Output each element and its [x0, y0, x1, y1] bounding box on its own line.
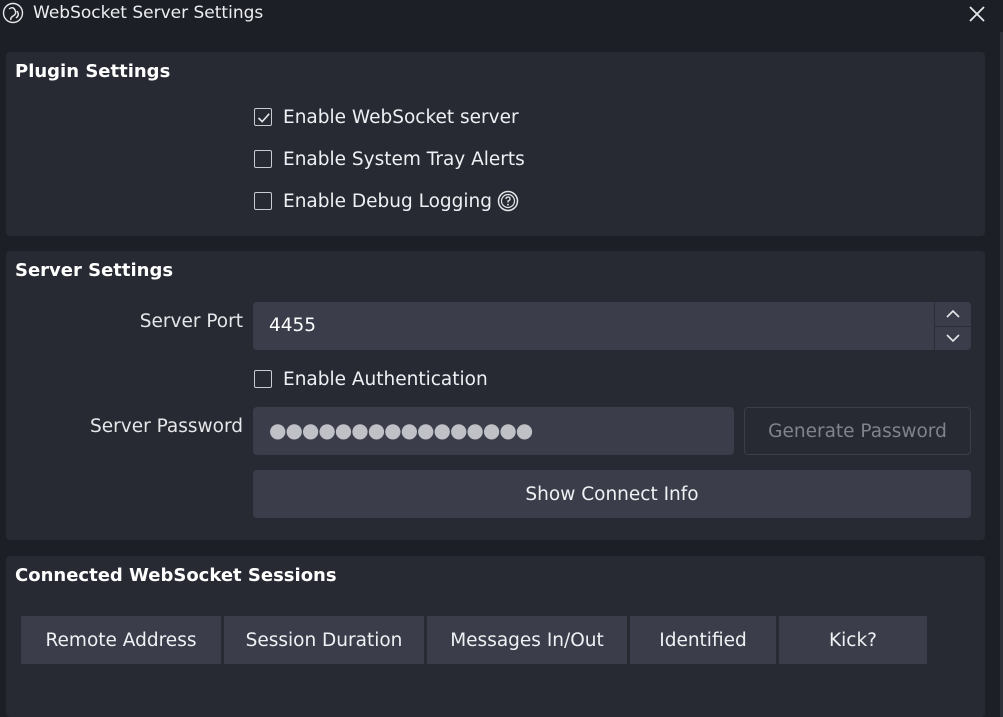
plugin-settings-group: Plugin Settings Enable WebSocket server … [6, 52, 985, 236]
column-remote-address[interactable]: Remote Address [21, 616, 221, 664]
plugin-settings-title: Plugin Settings [15, 61, 171, 82]
checkbox-label: Enable System Tray Alerts [283, 148, 525, 170]
spin-buttons [934, 302, 971, 350]
generate-password-button[interactable]: Generate Password [744, 407, 971, 455]
close-icon[interactable] [965, 2, 989, 26]
checkbox-box[interactable] [254, 370, 272, 388]
column-identified[interactable]: Identified [630, 616, 776, 664]
chevron-up-icon[interactable] [935, 302, 971, 327]
title-bar: WebSocket Server Settings [0, 0, 1003, 32]
checkbox-label: Enable Debug Logging [283, 190, 493, 212]
server-port-label: Server Port [139, 311, 243, 332]
server-port-value[interactable]: 4455 [269, 315, 316, 336]
show-connect-info-button[interactable]: Show Connect Info [253, 470, 971, 518]
enable-system-tray-alerts-checkbox[interactable]: Enable System Tray Alerts [254, 147, 525, 171]
server-port-spinbox[interactable]: 4455 [253, 302, 971, 350]
server-settings-title: Server Settings [15, 260, 174, 281]
check-icon [257, 113, 270, 123]
column-kick[interactable]: Kick? [779, 616, 927, 664]
enable-debug-logging-checkbox[interactable]: Enable Debug Logging [254, 189, 519, 213]
checkbox-label: Enable WebSocket server [283, 106, 519, 128]
enable-authentication-checkbox[interactable]: Enable Authentication [254, 367, 488, 391]
password-mask[interactable]: ●●●●●●●●●●●●●●●● [269, 418, 533, 442]
checkbox-label: Enable Authentication [283, 368, 488, 390]
server-password-field[interactable]: ●●●●●●●●●●●●●●●● [253, 407, 734, 455]
checkbox-box[interactable] [254, 108, 272, 126]
help-icon[interactable] [497, 190, 519, 212]
obs-icon [2, 2, 24, 24]
column-session-duration[interactable]: Session Duration [224, 616, 424, 664]
enable-websocket-server-checkbox[interactable]: Enable WebSocket server [254, 105, 519, 129]
column-messages-in-out[interactable]: Messages In/Out [427, 616, 627, 664]
checkbox-box[interactable] [254, 150, 272, 168]
chevron-down-icon[interactable] [935, 326, 971, 350]
checkbox-box[interactable] [254, 192, 272, 210]
sessions-title: Connected WebSocket Sessions [15, 565, 337, 586]
window-title: WebSocket Server Settings [33, 3, 264, 23]
server-password-label: Server Password [90, 416, 243, 437]
